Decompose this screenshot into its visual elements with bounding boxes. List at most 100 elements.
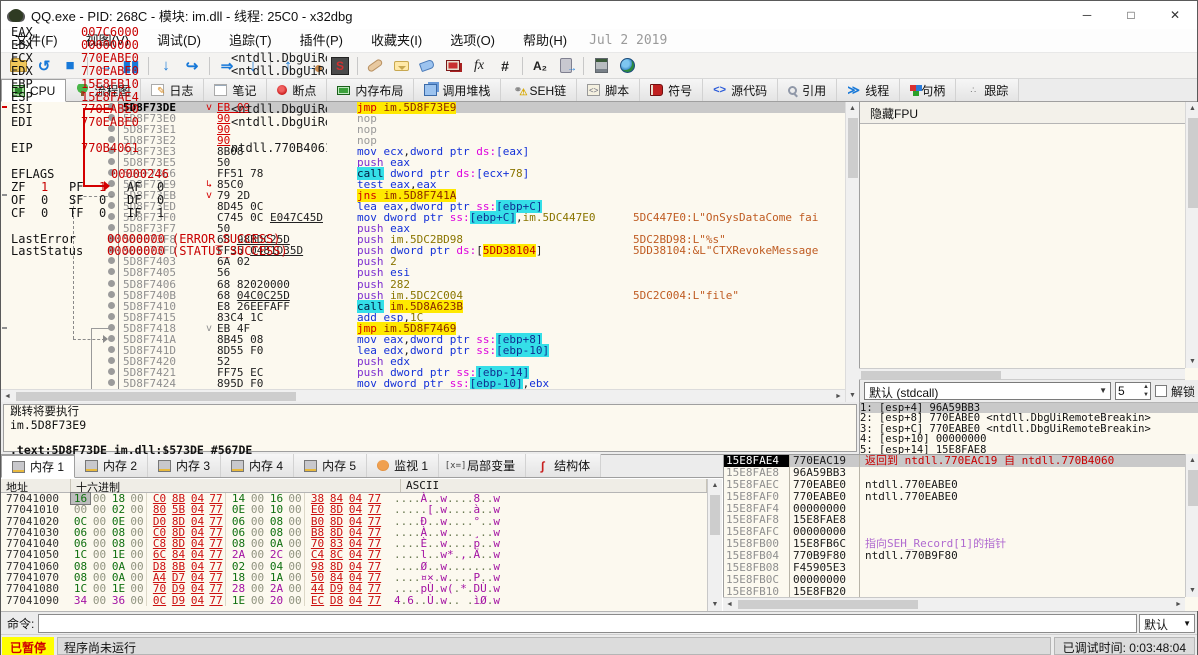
register-row[interactable]: EDX770EABE0<ntdll.DbgUiRemoteBreakin> bbox=[11, 65, 327, 78]
scroll-thumb[interactable] bbox=[738, 600, 918, 609]
argument-row[interactable]: 5: [esp+14] 15E8FAE8 bbox=[860, 445, 1198, 454]
tab-监视 1[interactable]: 监视 1 bbox=[367, 454, 439, 477]
tab-内存 2[interactable]: 内存 2 bbox=[75, 454, 148, 477]
scroll-down-arrow[interactable]: ▼ bbox=[708, 598, 722, 611]
unlock-checkbox[interactable] bbox=[1155, 385, 1167, 397]
command-input[interactable] bbox=[38, 614, 1137, 633]
stack-row[interactable]: 15E8FAEC770EABE0ntdll.770EABE0 bbox=[724, 479, 1198, 491]
dump-row[interactable]: 770410801C001E0070D9047728002A0044D90477… bbox=[1, 583, 707, 594]
tab-跟踪[interactable]: ∴跟踪 bbox=[956, 79, 1019, 101]
tab-内存 4[interactable]: 内存 4 bbox=[221, 454, 294, 477]
scroll-right-arrow[interactable]: ► bbox=[832, 390, 845, 402]
tab-内存 3[interactable]: 内存 3 bbox=[148, 454, 221, 477]
patch-button[interactable] bbox=[363, 55, 387, 77]
register-row[interactable]: ZF 1PF 1AF 0 bbox=[11, 181, 327, 194]
breakpoint-dot-icon[interactable] bbox=[108, 335, 115, 342]
stack-row[interactable]: 15E8FB1015E8FB20 bbox=[724, 586, 1198, 598]
tab-源代码[interactable]: <>源代码 bbox=[703, 79, 778, 101]
register-row[interactable]: EDI770EABE0<ntdll.DbgUiRemoteBreakin> bbox=[11, 116, 327, 129]
scroll-thumb[interactable] bbox=[710, 495, 720, 535]
function-analysis-button[interactable]: fx bbox=[467, 55, 491, 77]
internet-globe-button[interactable] bbox=[615, 55, 639, 77]
close-button[interactable]: ✕ bbox=[1153, 1, 1197, 29]
registers-hscrollbar[interactable] bbox=[859, 368, 1185, 380]
register-row[interactable]: LastStatus 00000000 (STATUS_SUCCESS) bbox=[11, 245, 327, 258]
tab-句柄[interactable]: 句柄 bbox=[900, 79, 956, 101]
scroll-thumb[interactable] bbox=[16, 392, 296, 401]
tab-SEH链[interactable]: ⚭SEH链 bbox=[501, 79, 577, 101]
tab-结构体[interactable]: ∫结构体 bbox=[526, 454, 601, 477]
hide-fpu-button[interactable]: 隐藏FPU bbox=[860, 102, 1198, 124]
disassembly-hscrollbar[interactable]: ◄► bbox=[1, 389, 845, 402]
register-row[interactable]: EBP15E8FB10 bbox=[11, 78, 327, 91]
trace-record-button[interactable]: S bbox=[328, 55, 352, 77]
tab-脚本[interactable]: <>脚本 bbox=[577, 79, 640, 101]
bookmark-button[interactable] bbox=[441, 55, 465, 77]
calling-convention-select[interactable]: 默认 (stdcall) ▼ bbox=[864, 382, 1111, 400]
disassembly-vscrollbar[interactable]: ▲▼ bbox=[845, 102, 859, 402]
breakpoint-dot-icon[interactable] bbox=[108, 368, 115, 375]
scroll-up-arrow[interactable]: ▲ bbox=[846, 102, 859, 115]
scroll-thumb[interactable] bbox=[848, 118, 858, 178]
breakpoint-dot-icon[interactable] bbox=[108, 302, 115, 309]
label-button[interactable] bbox=[415, 55, 439, 77]
minimize-button[interactable]: ─ bbox=[1065, 1, 1109, 29]
breakpoint-dot-icon[interactable] bbox=[108, 268, 115, 275]
dump-row[interactable]: 77041090340036000CD904771E002000ECD80477… bbox=[1, 595, 707, 606]
scroll-right-arrow[interactable]: ► bbox=[1172, 598, 1185, 611]
breakpoint-dot-icon[interactable] bbox=[108, 346, 115, 353]
scroll-up-arrow[interactable]: ▲ bbox=[1186, 102, 1198, 115]
scroll-thumb[interactable] bbox=[1188, 118, 1198, 208]
scroll-up-arrow[interactable]: ▲ bbox=[1186, 454, 1198, 467]
register-row[interactable] bbox=[11, 155, 327, 168]
menu-item[interactable]: 收藏夹(I) bbox=[357, 29, 436, 53]
scroll-down-arrow[interactable]: ▼ bbox=[1186, 355, 1198, 368]
menu-item[interactable]: 帮助(H) bbox=[509, 29, 581, 53]
register-row[interactable]: EAX007C6000 bbox=[11, 26, 327, 39]
memory-dump-pane[interactable]: 地址 十六进制 ASCII 7704100016001800C08B047714… bbox=[1, 479, 707, 611]
hash-button[interactable]: # bbox=[493, 55, 517, 77]
register-row[interactable] bbox=[11, 258, 327, 268]
disasm-row[interactable]: 5D8F7424895D F0mov dword ptr ss:[ebp-10]… bbox=[1, 378, 845, 389]
maximize-button[interactable]: □ bbox=[1109, 1, 1153, 29]
breakpoint-dot-icon[interactable] bbox=[108, 313, 115, 320]
stack-hscrollbar[interactable]: ◄► bbox=[723, 597, 1185, 611]
register-row[interactable]: CF 0TF 0IF 1 bbox=[11, 207, 327, 220]
dump-row[interactable]: 7704101000000200805B04770E001000E08D0477… bbox=[1, 504, 707, 515]
tab-内存布局[interactable]: 内存布局 bbox=[327, 79, 414, 101]
string-case-button[interactable]: A₂ bbox=[528, 55, 552, 77]
remote-device-button[interactable] bbox=[554, 55, 578, 77]
calculator-button[interactable] bbox=[589, 55, 613, 77]
scroll-down-arrow[interactable]: ▼ bbox=[1186, 584, 1198, 597]
argument-count-stepper[interactable]: 5 ▲▼ bbox=[1115, 382, 1151, 400]
call-arguments-panel[interactable]: 1: [esp+4] 96A59BB32: [esp+8] 770EABE0 <… bbox=[859, 402, 1198, 454]
register-row[interactable]: EFLAGS00000246 bbox=[11, 168, 327, 181]
scroll-left-arrow[interactable]: ◄ bbox=[723, 598, 736, 611]
stack-pane[interactable]: 15E8FAE4770EAC19返回到 ntdll.770EAC19 自 ntd… bbox=[723, 454, 1198, 611]
menu-item[interactable]: 选项(O) bbox=[436, 29, 509, 53]
tab-引用[interactable]: 引用 bbox=[778, 79, 837, 101]
scroll-thumb[interactable] bbox=[861, 371, 1001, 379]
scroll-down-arrow[interactable]: ▼ bbox=[846, 389, 859, 402]
tab-符号[interactable]: 符号 bbox=[640, 79, 703, 101]
scroll-left-arrow[interactable]: ◄ bbox=[1, 390, 14, 402]
register-row[interactable]: OF 0SF 0DF 0 bbox=[11, 194, 327, 207]
tab-局部变量[interactable]: [x=]局部变量 bbox=[439, 454, 526, 477]
register-row[interactable]: EIP770B4061ntdll.770B4061 bbox=[11, 142, 327, 155]
register-list[interactable]: EAX007C6000EBX00000000ECX770EABE0<ntdll.… bbox=[1, 23, 327, 268]
dump-vscrollbar[interactable]: ▲▼ bbox=[707, 479, 722, 611]
command-scope-select[interactable]: 默认 ▼ bbox=[1139, 614, 1195, 633]
tab-线程[interactable]: ≫线程 bbox=[837, 79, 900, 101]
tab-内存 1[interactable]: 内存 1 bbox=[1, 455, 75, 478]
comment-button[interactable] bbox=[389, 55, 413, 77]
breakpoint-dot-icon[interactable] bbox=[108, 324, 115, 331]
stack-row[interactable]: 15E8FB0C00000000 bbox=[724, 574, 1198, 586]
registers-vscrollbar[interactable]: ▲▼ bbox=[1185, 102, 1198, 368]
disasm-row[interactable]: 5D8F740556push esi bbox=[1, 267, 845, 278]
stack-row[interactable]: 15E8FAF0770EABE0ntdll.770EABE0 bbox=[724, 491, 1198, 503]
stack-vscrollbar[interactable]: ▲▼ bbox=[1185, 454, 1198, 597]
disasm-row[interactable]: 5D8F741583C4 1Cadd esp,1C bbox=[1, 312, 845, 323]
breakpoint-dot-icon[interactable] bbox=[108, 291, 115, 298]
tab-调用堆栈[interactable]: 调用堆栈 bbox=[414, 79, 501, 101]
scroll-thumb[interactable] bbox=[1188, 470, 1198, 506]
